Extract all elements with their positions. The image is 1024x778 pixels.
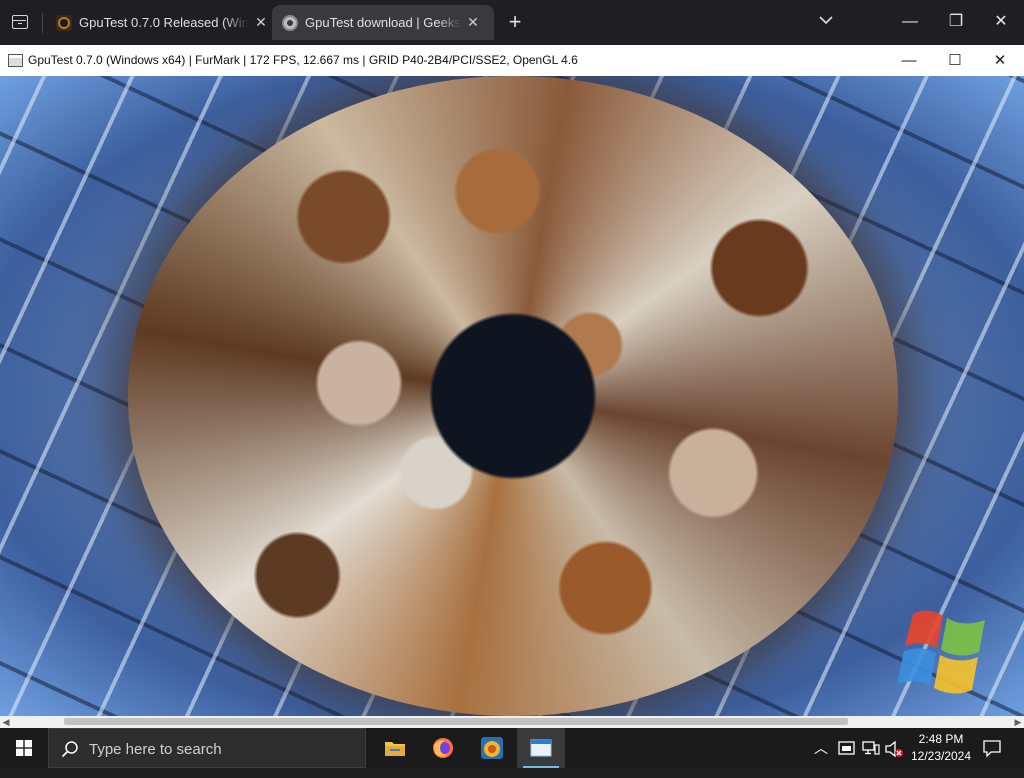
search-icon <box>61 741 78 758</box>
notification-center-icon[interactable] <box>982 738 1002 758</box>
taskbar-firefox[interactable] <box>419 728 467 768</box>
folder-icon <box>385 742 405 756</box>
furmark-render-viewport[interactable] <box>0 76 1024 716</box>
divider <box>42 13 43 33</box>
scrollbar-thumb[interactable] <box>64 718 848 725</box>
taskbar-gputest[interactable] <box>468 728 516 768</box>
tab-close-icon[interactable]: ✕ <box>253 14 269 31</box>
app-maximize-button[interactable]: ☐ <box>943 49 967 73</box>
fur-donut-render <box>128 76 898 716</box>
geeks3d-gear-favicon <box>282 14 298 31</box>
close-button[interactable]: ✕ <box>989 10 1013 34</box>
taskbar-active-window[interactable] <box>517 728 565 768</box>
security-shield-icon[interactable] <box>838 739 856 757</box>
taskbar: Type here to search ︿ 2:48 PM 12/23/2024 <box>0 728 1024 768</box>
start-button[interactable] <box>0 728 48 768</box>
app-window-icon <box>8 54 23 67</box>
scroll-left-arrow-icon[interactable]: ◀ <box>0 716 12 728</box>
windows-flag-logo <box>897 610 985 694</box>
tab-gputest-released[interactable]: GpuTest 0.7.0 Released (Win / Linux ✕ <box>46 5 270 40</box>
taskbar-search-box[interactable]: Type here to search <box>48 728 366 768</box>
gputest-icon <box>481 737 503 759</box>
new-tab-button[interactable]: + <box>505 9 525 35</box>
tab-title: GpuTest 0.7.0 Released (Win / Linux <box>79 15 249 30</box>
taskbar-file-explorer[interactable] <box>371 728 419 768</box>
tab-gputest-download[interactable]: GpuTest download | Geeks3D ✕ <box>272 5 494 40</box>
restore-button[interactable]: ❐ <box>944 10 968 34</box>
app-minimize-button[interactable]: — <box>897 49 921 73</box>
geeks3d-favicon <box>56 14 72 31</box>
minimize-button[interactable]: — <box>898 10 922 34</box>
network-icon[interactable] <box>862 739 880 757</box>
clock-date: 12/23/2024 <box>910 749 972 763</box>
app-close-button[interactable]: ✕ <box>988 49 1012 73</box>
chevron-down-icon[interactable] <box>818 12 834 28</box>
tab-close-icon[interactable]: ✕ <box>465 14 481 31</box>
clock-time: 2:48 PM <box>918 732 964 746</box>
search-placeholder: Type here to search <box>89 741 222 758</box>
scroll-right-arrow-icon[interactable]: ▶ <box>1012 716 1024 728</box>
app-titlebar: GpuTest 0.7.0 (Windows x64) | FurMark | … <box>0 45 1024 76</box>
browser-tab-strip: GpuTest 0.7.0 Released (Win / Linux ✕ Gp… <box>0 0 1024 45</box>
tab-title: GpuTest download | Geeks3D <box>305 15 461 30</box>
horizontal-scrollbar[interactable]: ◀ ▶ <box>0 716 1024 728</box>
tab-actions-icon[interactable] <box>8 11 32 35</box>
firefox-icon <box>433 738 453 758</box>
windows-start-icon <box>16 740 32 756</box>
tray-overflow-chevron-icon[interactable]: ︿ <box>814 738 828 778</box>
taskbar-clock[interactable]: 2:48 PM 12/23/2024 <box>900 731 982 765</box>
app-window-title: GpuTest 0.7.0 (Windows x64) | FurMark | … <box>28 53 578 67</box>
app-window-icon <box>530 739 552 757</box>
